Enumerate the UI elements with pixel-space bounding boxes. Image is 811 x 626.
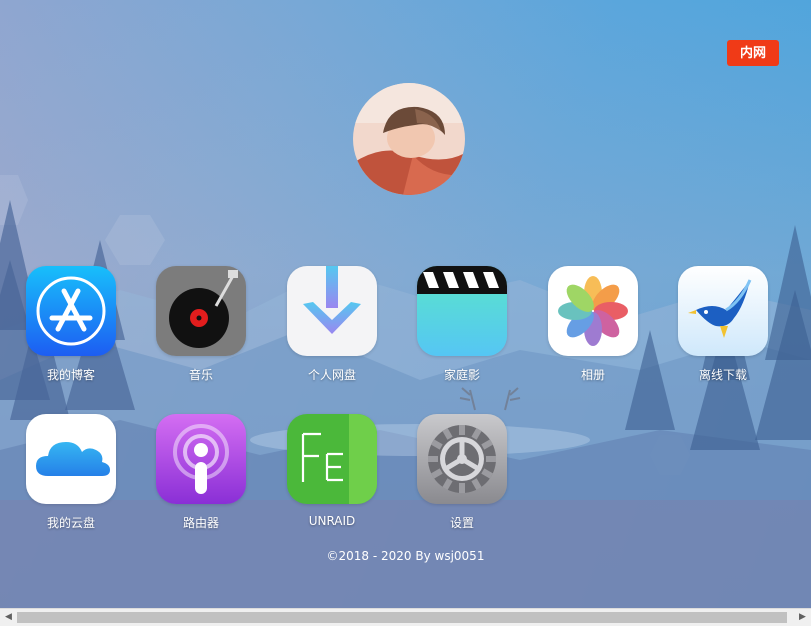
app-label: 我的云盘: [46, 516, 95, 530]
scroll-left-icon[interactable]: ◀: [0, 609, 17, 626]
app-my-cloud[interactable]: 我的云盘: [16, 414, 126, 539]
app-label: 路由器: [182, 516, 219, 530]
scrollbar-thumb[interactable]: [17, 612, 787, 623]
app-label: 家庭影: [443, 368, 480, 382]
podcast-icon: [156, 414, 246, 504]
app-settings[interactable]: 设置: [407, 414, 517, 539]
app-label: 音乐: [188, 368, 213, 382]
cloud-icon: [26, 414, 116, 504]
app-personal-drive[interactable]: 个人网盘: [277, 266, 387, 391]
fe-icon: [287, 414, 377, 504]
app-label: 相册: [580, 368, 605, 382]
app-music[interactable]: 音乐: [146, 266, 256, 391]
record-player-icon: [156, 266, 246, 356]
app-my-blog[interactable]: 我的博客: [16, 266, 126, 391]
scroll-right-icon[interactable]: ▶: [794, 609, 811, 626]
app-store-icon: [26, 266, 116, 356]
app-unraid[interactable]: UNRAID: [277, 414, 387, 539]
clapperboard-icon: [417, 266, 507, 356]
app-home-video[interactable]: 家庭影: [407, 266, 517, 391]
app-label: UNRAID: [308, 514, 356, 528]
gear-icon: [417, 414, 507, 504]
photos-flower-icon: [548, 266, 638, 356]
app-label: 个人网盘: [307, 368, 356, 382]
app-router[interactable]: 路由器: [146, 414, 256, 539]
app-offline-download[interactable]: 离线下载: [668, 266, 778, 391]
app-label: 设置: [449, 516, 474, 530]
intranet-button[interactable]: 内网: [727, 40, 779, 66]
bird-icon: [678, 266, 768, 356]
app-label: 我的博客: [46, 368, 95, 382]
app-photos[interactable]: 相册: [538, 266, 648, 391]
app-label: 离线下载: [698, 368, 747, 382]
avatar[interactable]: [353, 83, 465, 195]
copyright-footer: ©2018 - 2020 By wsj0051: [326, 549, 485, 563]
download-arrow-icon: [287, 266, 377, 356]
horizontal-scrollbar[interactable]: ◀ ▶: [0, 608, 811, 626]
